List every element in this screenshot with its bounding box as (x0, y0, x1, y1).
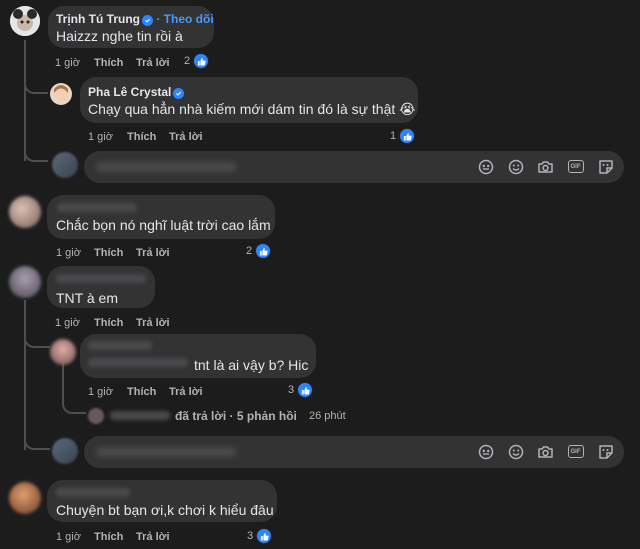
comment-time[interactable]: 1 giờ (56, 531, 81, 543)
comment-time[interactable]: 1 giờ (55, 317, 80, 329)
thread-line (24, 40, 26, 161)
comment-author-line: Trịnh Tú Trung · Theo dõi (56, 12, 214, 26)
comment-time[interactable]: 1 giờ (55, 57, 80, 69)
comment-author-blurred (56, 274, 146, 283)
avatar[interactable] (9, 196, 41, 228)
reply-time[interactable]: 1 giờ (88, 386, 113, 398)
comment-author-blurred (56, 488, 130, 497)
reply-time[interactable]: 1 giờ (88, 131, 113, 143)
reaction-count-text: 2 (184, 55, 191, 67)
thread-branch (24, 150, 48, 162)
reaction-count[interactable]: 3 (288, 382, 314, 398)
input-toolbar: GIF (477, 158, 614, 175)
like-button[interactable]: Thích (94, 57, 123, 69)
gif-icon[interactable]: GIF (567, 158, 584, 175)
thread-branch (24, 78, 48, 94)
emoji-icon[interactable] (507, 158, 524, 175)
reply-author[interactable]: Pha Lê Crystal (88, 85, 171, 99)
reaction-count-text: 3 (247, 530, 254, 542)
reaction-count[interactable]: 2 (184, 53, 210, 69)
reply-button[interactable]: Trả lời (169, 131, 203, 143)
my-avatar (52, 438, 78, 464)
like-icon (297, 382, 314, 398)
more-replies-time: 26 phút (309, 410, 346, 422)
my-avatar (52, 152, 78, 178)
reply-button[interactable]: Trả lời (169, 386, 203, 398)
like-button[interactable]: Thích (94, 247, 123, 259)
verified-icon (142, 15, 153, 26)
like-icon (399, 128, 416, 144)
thread-line (24, 300, 26, 450)
reply-input[interactable]: GIF (84, 151, 624, 183)
reply-button[interactable]: Trả lời (136, 247, 170, 259)
like-button[interactable]: Thích (94, 317, 123, 329)
thread-branch (62, 400, 86, 414)
comment-text: Chắc bọn nó nghĩ luật trời cao lắm (56, 217, 271, 233)
input-toolbar: GIF (477, 443, 614, 460)
like-button[interactable]: Thích (127, 386, 156, 398)
follow-link[interactable]: · Theo dõi (156, 12, 213, 26)
thread-branch (24, 436, 50, 450)
reply-button[interactable]: Trả lời (136, 531, 170, 543)
avatar-image (50, 83, 72, 105)
camera-icon[interactable] (537, 158, 554, 175)
more-replies-link[interactable]: đã trả lời · 5 phản hồi 26 phút (88, 406, 358, 424)
avatar[interactable] (10, 6, 40, 36)
comment-time[interactable]: 1 giờ (56, 247, 81, 259)
comment-author[interactable]: Trịnh Tú Trung (56, 12, 140, 26)
sticker-icon[interactable] (597, 158, 614, 175)
more-replies-text: đã trả lời · 5 phản hồi (175, 409, 297, 423)
sticker-smile-icon[interactable] (477, 443, 494, 460)
thread-branch (24, 330, 50, 348)
comment-text: Chuyện bt bạn ơi,k chơi k hiểu đâu (56, 502, 274, 518)
sticker-smile-icon[interactable] (477, 158, 494, 175)
like-icon (193, 53, 210, 69)
reply-text: tnt là ai vậy b? Hic (194, 357, 309, 373)
sticker-icon[interactable] (597, 443, 614, 460)
avatar[interactable] (9, 482, 41, 514)
avatar (88, 408, 104, 424)
thread-line-nested (62, 360, 64, 404)
verified-icon (173, 88, 185, 99)
gif-icon[interactable]: GIF (567, 443, 584, 460)
reply-author-line: Pha Lê Crystal (88, 85, 185, 99)
reaction-count-text: 1 (390, 130, 397, 142)
like-icon (255, 243, 272, 259)
reply-input-placeholder (96, 447, 236, 457)
reply-text: Chạy qua hẳn nhà kiếm mới dám tin đó là … (88, 101, 416, 117)
reply-tag-blurred (88, 358, 188, 367)
emoji-icon[interactable] (507, 443, 524, 460)
like-button[interactable]: Thích (94, 531, 123, 543)
reaction-count-text: 2 (246, 245, 253, 257)
comment-author-blurred (57, 203, 137, 212)
avatar[interactable] (50, 83, 72, 105)
reply-input[interactable]: GIF (84, 436, 624, 468)
like-icon (256, 528, 273, 544)
reply-author-blurred (88, 341, 152, 350)
reaction-count[interactable]: 3 (247, 528, 273, 544)
camera-icon[interactable] (537, 443, 554, 460)
reply-button[interactable]: Trả lời (136, 317, 170, 329)
reply-button[interactable]: Trả lời (136, 57, 170, 69)
reply-input-placeholder (96, 162, 236, 172)
reaction-count[interactable]: 2 (246, 243, 272, 259)
reaction-count-text: 3 (288, 384, 295, 396)
comment-text: TNT à em (56, 290, 118, 306)
comment-text: Haizzz nghe tin rồi à (56, 28, 183, 44)
avatar-image (10, 6, 40, 36)
avatar[interactable] (9, 266, 41, 298)
like-button[interactable]: Thích (127, 131, 156, 143)
avatar[interactable] (50, 339, 76, 365)
replier-name-blurred (110, 411, 170, 420)
reaction-count[interactable]: 1 (390, 128, 416, 144)
